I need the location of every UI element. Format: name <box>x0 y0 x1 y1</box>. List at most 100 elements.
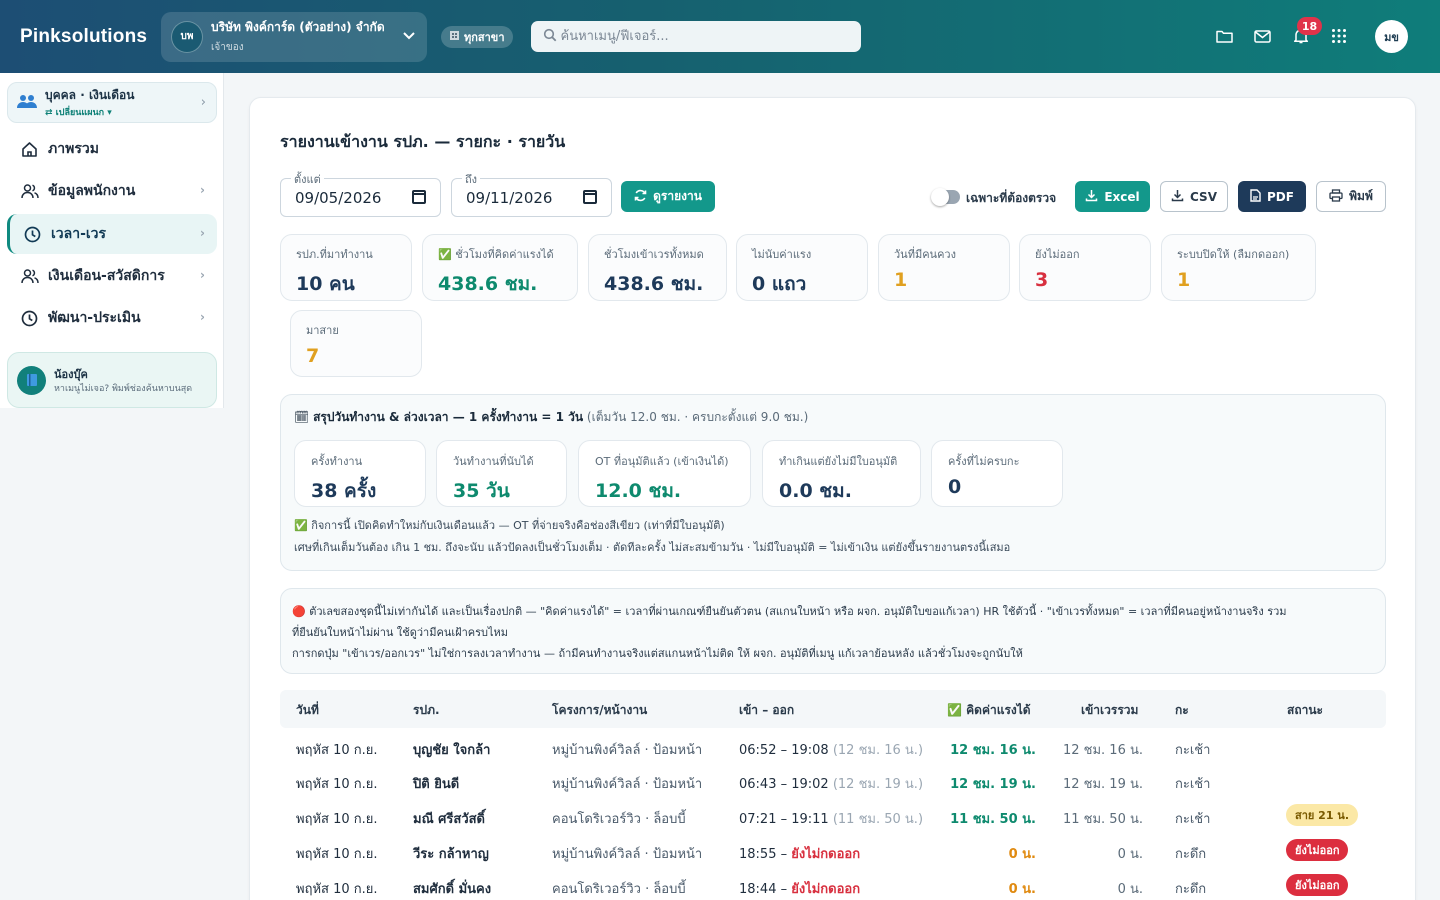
cell-payable: 11 ชม. 50 น. <box>950 812 1036 827</box>
sidebar-item-payroll[interactable]: เงินเดือน-สวัสดิการ › <box>7 256 217 296</box>
view-report-button[interactable]: ดูรายงาน <box>621 181 715 212</box>
user-avatar[interactable]: มข <box>1375 20 1408 53</box>
sidebar-item-development[interactable]: พัฒนา-ประเมิน › <box>7 298 217 338</box>
apps-grid-icon[interactable] <box>1329 27 1349 45</box>
cell-payable: 12 ชม. 19 น. <box>950 777 1036 792</box>
cell-payable: 0 น. <box>1008 847 1036 862</box>
print-button[interactable]: พิมพ์ <box>1316 181 1386 212</box>
calendar-icon[interactable] <box>583 190 597 204</box>
stat-value: 0 <box>948 476 962 498</box>
cell-total: 0 น. <box>1117 882 1143 897</box>
export-csv-button[interactable]: CSV <box>1160 181 1228 212</box>
summary-stat-days: วันทำงานที่นับได้ 35 วัน <box>436 440 567 507</box>
summary-note: (เต็มวัน 12.0 ชม. · ครบกะตั้งแต่ 9.0 ชม.… <box>586 410 809 424</box>
cell-date: พฤหัส 10 ก.ย. <box>296 743 378 758</box>
stat-value: 12.0 ชม. <box>595 480 682 502</box>
cell-guard: สมศักดิ์ มั่นคง <box>413 882 492 897</box>
cell-in-out: 18:55 – ยังไม่กดออก <box>739 843 860 864</box>
mail-icon[interactable] <box>1252 27 1272 45</box>
col-guard[interactable]: รปภ. <box>413 701 440 720</box>
sidebar-item-label: เวลา-เวร <box>51 226 107 242</box>
cell-site: คอนโดริเวอร์วิว · ล็อบบี้ <box>552 882 686 897</box>
search-input[interactable] <box>560 29 851 44</box>
stat-value: 438.6 ชม. <box>604 273 704 295</box>
stat-value: 3 <box>1035 269 1049 291</box>
table-row[interactable]: พฤหัส 10 ก.ย. มณี ศรีสวัสดิ์ คอนโดริเวอร์ว… <box>280 799 1386 834</box>
from-date-field[interactable]: ตั้งแต่ 09/05/2026 <box>280 170 441 217</box>
from-date-label: ตั้งแต่ <box>291 170 324 188</box>
building-icon <box>449 30 460 44</box>
table-row[interactable]: พฤหัส 10 ก.ย. สมศักดิ์ มั่นคง คอนโดริเวอร์… <box>280 869 1386 900</box>
report-card: รายงานเข้างาน รปภ. — รายกะ · รายวัน ตั้ง… <box>249 97 1416 900</box>
stat-late: มาสาย 7 <box>290 310 422 377</box>
col-shift[interactable]: กะ <box>1175 701 1189 720</box>
stat-label: ครั้งทำงาน <box>311 455 363 468</box>
stat-value: 0 แถว <box>752 273 807 295</box>
department-title: บุคคล · เงินเดือน <box>45 88 135 102</box>
sidebar: บุคคล · เงินเดือน ⇄ เปลี่ยนแผนก ▾ › ภาพร… <box>0 73 224 408</box>
brand-logo[interactable]: Pinksolutions <box>20 26 161 48</box>
chevron-right-icon: › <box>200 95 206 110</box>
stat-label: มาสาย <box>306 324 339 337</box>
sidebar-item-label: ภาพรวม <box>48 141 99 157</box>
col-site[interactable]: โครงการ/หน้างาน <box>552 701 647 720</box>
cell-date: พฤหัส 10 ก.ย. <box>296 847 378 862</box>
assistant-widget[interactable]: น้องบุ๊ค หาเมนูไม่เจอ? พิมพ์ช่องค้นหาบนส… <box>7 352 217 408</box>
table-row[interactable]: พฤหัส 10 ก.ย. วีระ กล้าหาญ หมู่บ้านพิงค์วิ… <box>280 834 1386 869</box>
calendar-icon[interactable] <box>412 190 426 204</box>
search-box[interactable] <box>530 21 861 52</box>
cell-total: 12 ชม. 19 น. <box>1062 777 1143 792</box>
stat-value: 1 <box>894 269 908 291</box>
company-switcher[interactable]: บพ บริษัท พิงค์การ์ด (ตัวอย่าง) จำกัด เจ… <box>161 11 427 62</box>
sidebar-item-overview[interactable]: ภาพรวม <box>7 129 217 169</box>
not-clocked-out-text: ยังไม่กดออก <box>791 847 861 862</box>
branch-filter[interactable]: ทุกสาขา <box>441 25 513 48</box>
department-switcher[interactable]: บุคคล · เงินเดือน ⇄ เปลี่ยนแผนก ▾ › <box>7 82 217 123</box>
col-in-out[interactable]: เข้า – ออก <box>739 701 794 720</box>
stat-label: ไม่นับค่าแรง <box>752 248 812 261</box>
stat-value: 1 <box>1177 269 1191 291</box>
stat-value: 10 คน <box>296 273 355 295</box>
duration-text: (12 ชม. 19 น.) <box>832 777 924 792</box>
summary-note-1: ✅ กิจการนี้ เปิดคิดทำใหม่กับเงินเดือนแล้… <box>294 519 725 532</box>
col-total[interactable]: เข้าเวรรวม <box>1081 701 1138 720</box>
to-date-label: ถึง <box>462 170 481 188</box>
needs-review-toggle[interactable] <box>931 188 960 206</box>
excel-label: Excel <box>1104 189 1140 204</box>
status-badge: สาย 21 น. <box>1286 804 1359 826</box>
sidebar-item-label: เงินเดือน-สวัสดิการ <box>48 268 165 284</box>
col-status[interactable]: สถานะ <box>1287 701 1323 720</box>
export-pdf-button[interactable]: PDF <box>1238 181 1306 212</box>
stat-payable-hours: ✅ ชั่วโมงที่คิดค่าแรงได้ 438.6 ชม. <box>422 234 578 301</box>
stat-value: 7 <box>306 345 320 367</box>
stat-double-shift-days: วันที่มีคนควง 1 <box>878 234 1010 301</box>
assistant-hint: หาเมนูไม่เจอ? พิมพ์ช่องค้นหาบนสุด <box>54 384 193 394</box>
folder-icon[interactable] <box>1214 27 1234 45</box>
summary-title: 🗓 สรุปวันทำงาน & ล่วงเวลา — 1 ครั้งทำงาน… <box>294 408 808 427</box>
table-row[interactable]: พฤหัส 10 ก.ย. ปิติ ยินดี หมู่บ้านพิงค์วิลล… <box>280 764 1386 799</box>
sidebar-item-employees[interactable]: ข้อมูลพนักงาน › <box>7 171 217 211</box>
cell-in-out: 07:21 – 19:11 (11 ชม. 50 น.) <box>739 808 923 829</box>
table-row[interactable]: พฤหัส 10 ก.ย. บุญชัย ใจกล้า หมู่บ้านพิงค์ว… <box>280 730 1386 765</box>
cell-guard: มณี ศรีสวัสดิ์ <box>413 812 486 827</box>
cell-site: คอนโดริเวอร์วิว · ล็อบบี้ <box>552 812 686 827</box>
chevron-down-icon <box>403 29 415 43</box>
to-date-field[interactable]: ถึง 09/11/2026 <box>451 170 612 217</box>
printer-icon <box>1329 188 1343 205</box>
summary-heading: สรุปวันทำงาน & ล่วงเวลา — 1 ครั้งทำงาน =… <box>313 410 584 424</box>
needs-review-label: เฉพาะที่ต้องตรวจ <box>966 191 1057 205</box>
sidebar-item-time-shift[interactable]: เวลา-เวร › <box>7 214 217 254</box>
in-out-time: 06:52 – 19:08 <box>739 743 829 758</box>
export-excel-button[interactable]: Excel <box>1075 181 1150 212</box>
duration-text: (11 ชม. 50 น.) <box>832 812 924 827</box>
users-icon <box>21 183 39 199</box>
notification-badge: 18 <box>1297 17 1322 35</box>
status-badge: ยังไม่ออก <box>1286 839 1349 861</box>
cell-in-out: 06:52 – 19:08 (12 ชม. 16 น.) <box>739 739 923 760</box>
in-out-time: 07:21 – 19:11 <box>739 812 829 827</box>
sidebar-item-label: ข้อมูลพนักงาน <box>48 183 136 199</box>
view-report-label: ดูรายงาน <box>653 189 702 203</box>
col-date[interactable]: วันที่ <box>296 701 319 720</box>
col-payable[interactable]: ✅ คิดค่าแรงได้ <box>947 701 1031 720</box>
change-department-link[interactable]: ⇄ เปลี่ยนแผนก ▾ <box>45 105 134 119</box>
